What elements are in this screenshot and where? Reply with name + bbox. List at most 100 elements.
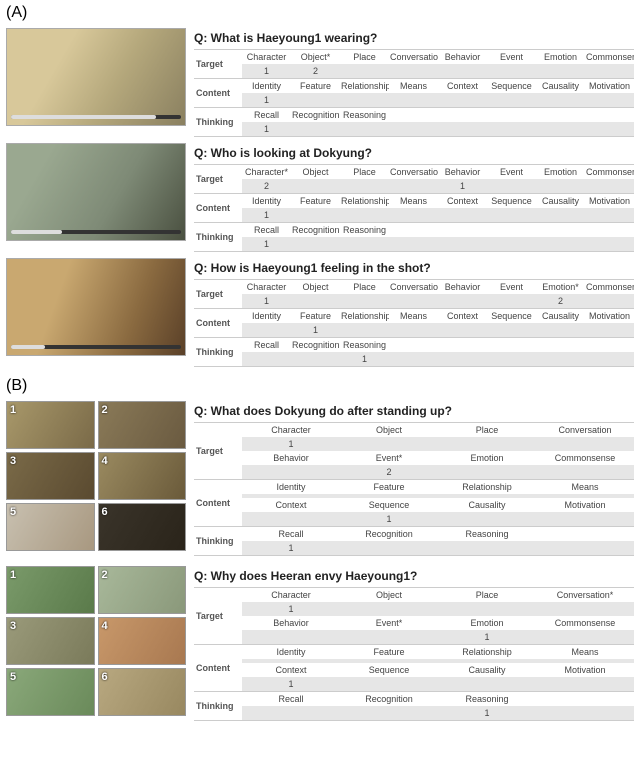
- question-text: Q: Why does Heeran envy Haeyoung1?: [194, 566, 634, 587]
- thinking-label: Thinking: [194, 223, 242, 251]
- thinking-label: Thinking: [194, 527, 242, 555]
- thumb-num: 5: [10, 506, 16, 518]
- target-values-a: 1: [242, 437, 634, 451]
- thinking-headers: RecallRecognitionReasoning: [242, 223, 634, 237]
- thumbnail: 3: [6, 617, 95, 665]
- thumbnail: 1: [6, 566, 95, 614]
- target-headers-a: CharacterObjectPlaceConversation: [242, 423, 634, 437]
- content-values-b: 1: [242, 677, 634, 691]
- thumbnail-grid: 1 2 3 4 5 6: [6, 566, 186, 716]
- target-label: Target: [194, 588, 242, 644]
- content-headers-a: IdentityFeatureRelationshipMeans: [242, 480, 634, 494]
- thumb-num: 5: [10, 671, 16, 683]
- thumb-num: 2: [102, 569, 108, 581]
- thinking-values: 1: [242, 352, 634, 366]
- target-headers-b: BehaviorEvent*EmotionCommonsense: [242, 616, 634, 630]
- target-block: Target Character Object* Place Conversat…: [194, 49, 634, 78]
- media-column: 1 2 3 4 5 6: [6, 566, 186, 716]
- qa-table: Q: Who is looking at Dokyung? Target Cha…: [194, 143, 634, 252]
- thinking-headers: RecallRecognitionReasoning: [242, 527, 634, 541]
- progress-bar: [11, 230, 181, 234]
- thumb-num: 1: [10, 569, 16, 581]
- qa-row-a1: Q: What is Haeyoung1 wearing? Target Cha…: [6, 28, 634, 137]
- thinking-label: Thinking: [194, 692, 242, 720]
- content-values: 1: [242, 93, 634, 107]
- thumb-num: 2: [102, 404, 108, 416]
- media-column: [6, 143, 186, 241]
- content-block: Content IdentityFeatureRelationshipMeans…: [194, 479, 634, 526]
- content-headers-b: ContextSequenceCausalityMotivation: [242, 663, 634, 677]
- target-values: 1 2: [242, 64, 634, 78]
- thumbnail: 3: [6, 452, 95, 500]
- thinking-headers: RecallRecognitionReasoning: [242, 338, 634, 352]
- content-label: Content: [194, 194, 242, 222]
- thumb-num: 3: [10, 620, 16, 632]
- target-block: Target CharacterObjectPlaceConversation …: [194, 422, 634, 479]
- content-headers-a: IdentityFeatureRelationshipMeans: [242, 645, 634, 659]
- target-headers-b: BehaviorEvent*EmotionCommonsense: [242, 451, 634, 465]
- thinking-values: 1: [242, 541, 634, 555]
- qa-table: Q: What does Dokyung do after standing u…: [194, 401, 634, 556]
- progress-bar: [11, 345, 181, 349]
- qa-row-b2: 1 2 3 4 5 6 Q: Why does Heeran envy Haey…: [6, 566, 634, 721]
- content-label: Content: [194, 480, 242, 526]
- thinking-headers: Recall Recognition Reasoning: [242, 108, 634, 122]
- content-label: Content: [194, 79, 242, 107]
- thumbnail: 5: [6, 668, 95, 716]
- thumb-num: 4: [102, 455, 108, 467]
- target-headers: Character Object* Place Conversation Beh…: [242, 50, 634, 64]
- target-values-a: 1: [242, 602, 634, 616]
- section-b-label: (B): [0, 373, 640, 399]
- target-label: Target: [194, 280, 242, 308]
- question-text: Q: What does Dokyung do after standing u…: [194, 401, 634, 422]
- content-headers: IdentityFeatureRelationshipMeansContextS…: [242, 194, 634, 208]
- media-column: [6, 258, 186, 356]
- thinking-values: 1: [242, 237, 634, 251]
- thumbnail: 1: [6, 401, 95, 449]
- content-label: Content: [194, 309, 242, 337]
- thumb-num: 1: [10, 404, 16, 416]
- progress-fill: [11, 115, 156, 119]
- qa-table: Q: What is Haeyoung1 wearing? Target Cha…: [194, 28, 634, 137]
- thumb-num: 4: [102, 620, 108, 632]
- thumbnail: 4: [98, 452, 187, 500]
- section-a-label: (A): [0, 0, 640, 26]
- target-headers: Character*ObjectPlaceConversationBehavio…: [242, 165, 634, 179]
- thinking-block: Thinking RecallRecognitionReasoning 1: [194, 526, 634, 556]
- content-values: 1: [242, 208, 634, 222]
- content-headers-b: ContextSequenceCausalityMotivation: [242, 498, 634, 512]
- video-frame: [6, 28, 186, 126]
- target-values: 21: [242, 179, 634, 193]
- thumbnail: 2: [98, 401, 187, 449]
- content-label: Content: [194, 645, 242, 691]
- progress-bar: [11, 115, 181, 119]
- target-headers: CharacterObjectPlaceConversationBehavior…: [242, 280, 634, 294]
- thinking-block: Thinking RecallRecognitionReasoning 1: [194, 337, 634, 367]
- content-headers: IdentityFeatureRelationshipMeansContextS…: [242, 309, 634, 323]
- thumb-num: 3: [10, 455, 16, 467]
- target-values-b: 1: [242, 630, 634, 644]
- thumbnail: 4: [98, 617, 187, 665]
- qa-row-b1: 1 2 3 4 5 6 Q: What does Dokyung do afte…: [6, 401, 634, 556]
- thumbnail: 2: [98, 566, 187, 614]
- content-block: Content IdentityFeatureRelationshipMeans…: [194, 193, 634, 222]
- thinking-label: Thinking: [194, 108, 242, 136]
- content-headers: Identity Feature Relationship Means Cont…: [242, 79, 634, 93]
- thumbnail-grid: 1 2 3 4 5 6: [6, 401, 186, 551]
- qa-row-a2: Q: Who is looking at Dokyung? Target Cha…: [6, 143, 634, 252]
- media-column: [6, 28, 186, 126]
- target-block: Target Character*ObjectPlaceConversation…: [194, 164, 634, 193]
- qa-row-a3: Q: How is Haeyoung1 feeling in the shot?…: [6, 258, 634, 367]
- progress-fill: [11, 230, 62, 234]
- thumb-num: 6: [102, 671, 108, 683]
- question-text: Q: Who is looking at Dokyung?: [194, 143, 634, 164]
- progress-fill: [11, 345, 45, 349]
- content-values: 1: [242, 323, 634, 337]
- qa-table: Q: How is Haeyoung1 feeling in the shot?…: [194, 258, 634, 367]
- content-block: Content Identity Feature Relationship Me…: [194, 78, 634, 107]
- target-block: Target CharacterObjectPlaceConversationB…: [194, 279, 634, 308]
- target-label: Target: [194, 423, 242, 479]
- video-frame: [6, 143, 186, 241]
- thinking-block: Thinking RecallRecognitionReasoning 1: [194, 691, 634, 721]
- thinking-headers: RecallRecognitionReasoning: [242, 692, 634, 706]
